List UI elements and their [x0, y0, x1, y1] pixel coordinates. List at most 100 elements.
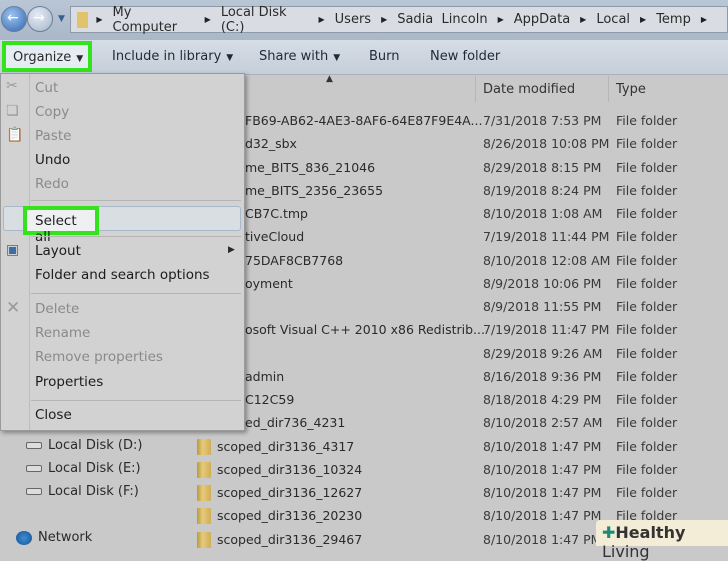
menu-item-redo[interactable]: Redo	[35, 176, 69, 192]
menu-item-close[interactable]: Close	[35, 407, 72, 423]
breadcrumb-item[interactable]: My Computer	[113, 5, 195, 35]
file-type: File folder	[616, 415, 678, 431]
drive-icon	[26, 465, 42, 472]
breadcrumb-item[interactable]: AppData	[514, 12, 570, 27]
nav-item-disk-d[interactable]: Local Disk (D:)	[26, 438, 142, 453]
burn-button[interactable]: Burn	[369, 49, 400, 64]
nav-item-network[interactable]: Network	[16, 530, 92, 545]
nav-label: Local Disk (D:)	[48, 438, 143, 453]
drive-icon	[26, 442, 42, 449]
file-name: FB69-AB62-4AE3-8AF6-64E87F9E4A...	[245, 113, 483, 128]
drive-icon	[26, 488, 42, 495]
back-button[interactable]: ←	[1, 6, 27, 32]
breadcrumb-item[interactable]: Local Disk (C:)	[221, 5, 309, 35]
caret-down-icon: ▼	[226, 53, 234, 63]
caret-down-icon: ▼	[76, 54, 84, 64]
folder-icon	[197, 485, 211, 501]
nav-item-disk-f[interactable]: Local Disk (F:)	[26, 484, 139, 499]
nav-item-disk-e[interactable]: Local Disk (E:)	[26, 461, 141, 476]
breadcrumb-item[interactable]: Sadia Lincoln	[397, 12, 487, 27]
file-date: 8/10/2018 1:47 PM	[483, 508, 602, 524]
file-type: File folder	[616, 345, 678, 361]
organize-button[interactable]: Organize ▼	[2, 41, 92, 72]
menu-item-paste[interactable]: Paste	[35, 128, 71, 144]
file-type: File folder	[616, 368, 678, 384]
include-in-library-button[interactable]: Include in library ▼	[112, 49, 233, 64]
file-name: 75DAF8CB7768	[245, 252, 344, 268]
sort-ascending-icon: ▲	[326, 74, 333, 84]
nav-label: Local Disk (E:)	[48, 461, 141, 476]
column-header-type[interactable]: Type	[616, 82, 646, 97]
file-date: 7/31/2018 7:53 PM	[483, 113, 602, 128]
chevron-right-icon[interactable]: ▶	[701, 15, 707, 24]
new-folder-label: New folder	[430, 49, 501, 64]
file-type: File folder	[616, 438, 678, 454]
file-name: ed_dir736_4231	[245, 415, 346, 431]
file-date: 8/10/2018 1:47 PM	[483, 461, 602, 477]
file-name: tiveCloud	[245, 229, 305, 245]
file-type: File folder	[616, 229, 678, 245]
file-name: CB7C.tmp	[245, 206, 308, 221]
file-type: File folder	[616, 299, 678, 314]
file-name: me_BITS_836_21046	[245, 159, 376, 175]
file-type: File folder	[616, 322, 678, 338]
file-type: File folder	[616, 182, 678, 198]
forward-button[interactable]: →	[27, 6, 53, 32]
share-with-button[interactable]: Share with ▼	[259, 49, 340, 64]
breadcrumb-item[interactable]: Users	[335, 12, 371, 27]
arrow-right-icon: →	[33, 10, 45, 26]
file-date: 8/19/2018 8:24 PM	[483, 182, 602, 198]
recent-pages-dropdown[interactable]: ▼	[58, 14, 65, 24]
chevron-right-icon: ▶	[381, 15, 388, 24]
column-divider[interactable]	[608, 76, 609, 102]
nav-label: Local Disk (F:)	[48, 484, 139, 499]
menu-item-undo[interactable]: Undo	[35, 152, 70, 168]
menu-item-delete[interactable]: Delete	[35, 301, 79, 317]
file-date: 8/10/2018 1:47 PM	[483, 485, 602, 500]
file-date: 8/18/2018 4:29 PM	[483, 392, 602, 407]
file-date: 8/10/2018 1:08 AM	[483, 206, 603, 221]
network-icon	[16, 530, 32, 545]
column-header-date[interactable]: Date modified	[483, 82, 575, 97]
navigation-bar: ← → ▼ ▶ My Computer ▶ Local Disk (C:) ▶ Use…	[0, 0, 728, 40]
file-date: 8/9/2018 10:06 PM	[483, 275, 602, 291]
include-label: Include in library	[112, 49, 222, 64]
chevron-right-icon: ▶	[580, 15, 587, 24]
new-folder-button[interactable]: New folder	[430, 49, 500, 64]
submenu-arrow-icon: ▶	[228, 245, 235, 255]
file-type: File folder	[616, 136, 678, 152]
file-date: 7/19/2018 11:44 PM	[483, 229, 610, 245]
address-bar[interactable]: ▶ My Computer ▶ Local Disk (C:) ▶ Users ▶ Sa…	[70, 5, 728, 35]
layout-icon: ▣	[6, 242, 20, 258]
file-date: 8/29/2018 8:15 PM	[483, 159, 602, 175]
file-type: File folder	[616, 275, 678, 291]
menu-item-cut[interactable]: Cut	[35, 80, 58, 96]
breadcrumb-item[interactable]: Temp	[656, 12, 691, 27]
file-type: File folder	[616, 461, 678, 477]
menu-item-remove-properties[interactable]: Remove properties	[35, 349, 163, 365]
paste-icon: 📋	[6, 127, 24, 143]
share-label: Share with	[259, 49, 329, 64]
column-divider[interactable]	[475, 76, 476, 102]
breadcrumb-item[interactable]: Local	[596, 12, 630, 27]
chevron-right-icon: ▶	[204, 15, 211, 24]
menu-item-rename[interactable]: Rename	[35, 325, 90, 341]
organize-label: Organize	[13, 50, 72, 65]
delete-x-icon: ✕	[6, 298, 21, 318]
file-name: scoped_dir3136_20230	[217, 508, 363, 524]
menu-item-properties[interactable]: Properties	[35, 374, 103, 390]
menu-item-select-all[interactable]: Select all	[23, 206, 99, 245]
menu-item-copy[interactable]: Copy	[35, 104, 69, 120]
organize-menu: ✂ Cut ❏ Copy 📋 Paste Undo Redo Select al…	[0, 73, 245, 431]
file-type: File folder	[616, 252, 678, 268]
menu-separator	[31, 293, 241, 294]
copy-icon: ❏	[6, 103, 19, 119]
file-date: 8/9/2018 11:55 PM	[483, 299, 602, 314]
file-name: C12C59	[245, 392, 295, 407]
file-name: d32_sbx	[245, 136, 297, 152]
folder-icon	[197, 508, 211, 525]
folder-icon	[197, 438, 211, 455]
menu-item-layout[interactable]: Layout	[35, 243, 81, 259]
caret-down-icon: ▼	[333, 53, 341, 63]
menu-item-folder-options[interactable]: Folder and search options	[35, 267, 210, 283]
